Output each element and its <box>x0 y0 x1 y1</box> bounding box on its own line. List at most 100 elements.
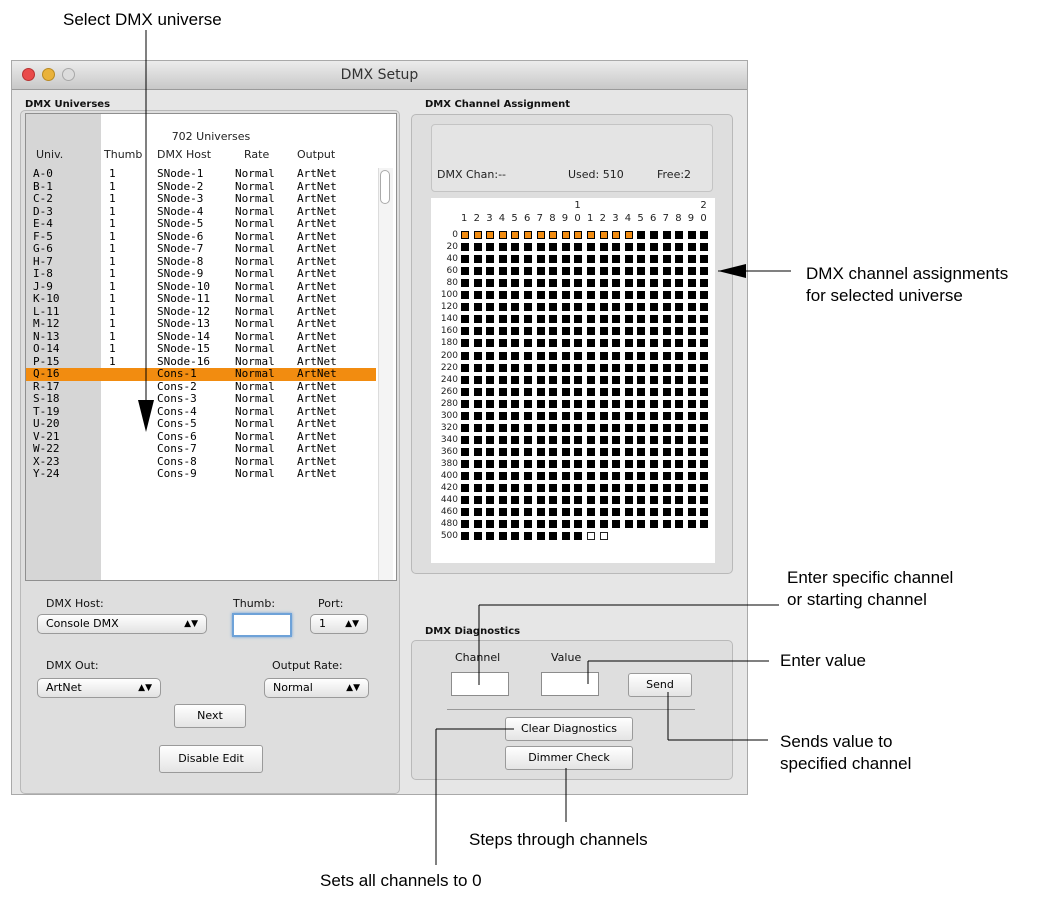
channel-cell[interactable] <box>687 459 696 468</box>
next-button[interactable]: Next <box>174 704 246 728</box>
channel-cell[interactable] <box>675 255 684 264</box>
channel-cell[interactable] <box>612 291 621 300</box>
channel-cell[interactable] <box>574 447 583 456</box>
channel-cell[interactable] <box>650 279 658 288</box>
channel-cell[interactable] <box>561 447 570 456</box>
channel-cell[interactable] <box>675 231 684 239</box>
channel-cell[interactable] <box>612 267 621 276</box>
channel-cell[interactable] <box>486 459 495 468</box>
channel-cell[interactable] <box>486 484 495 493</box>
universe-row[interactable]: Y-24 Cons-9 Normal ArtNet <box>26 467 376 481</box>
channel-cell[interactable] <box>624 508 633 517</box>
channel-cell[interactable] <box>662 327 671 336</box>
channel-cell[interactable] <box>498 291 507 300</box>
channel-cell[interactable] <box>612 423 621 432</box>
channel-cell[interactable] <box>561 532 570 541</box>
channel-cell[interactable] <box>549 472 558 480</box>
channel-cell[interactable] <box>561 399 570 408</box>
channel-cell[interactable] <box>549 399 558 408</box>
channel-cell[interactable] <box>561 423 570 432</box>
channel-cell[interactable] <box>486 267 495 276</box>
channel-cell[interactable] <box>637 243 646 252</box>
channel-cell[interactable] <box>498 279 507 288</box>
send-button[interactable]: Send <box>628 673 692 697</box>
channel-cell[interactable] <box>511 339 520 348</box>
channel-cell[interactable] <box>637 279 646 288</box>
channel-cell[interactable] <box>498 327 507 336</box>
channel-cell[interactable] <box>612 255 621 264</box>
channel-cell[interactable] <box>549 508 558 517</box>
output-rate-popup[interactable]: Normal ▲▼ <box>264 678 369 698</box>
channel-cell[interactable] <box>624 255 633 264</box>
channel-cell[interactable] <box>574 291 583 300</box>
channel-cell[interactable] <box>700 231 709 239</box>
channel-cell[interactable] <box>612 303 621 312</box>
channel-cell[interactable] <box>549 447 558 456</box>
channel-cell[interactable] <box>461 447 469 456</box>
channel-cell[interactable] <box>587 255 595 264</box>
channel-cell[interactable] <box>687 291 696 300</box>
channel-cell[interactable] <box>599 351 608 360</box>
channel-cell[interactable] <box>599 435 608 444</box>
channel-cell[interactable] <box>624 387 633 396</box>
channel-cell[interactable] <box>650 231 658 239</box>
dimmer-check-button[interactable]: Dimmer Check <box>505 746 633 770</box>
channel-cell[interactable] <box>536 472 545 480</box>
channel-cell[interactable] <box>524 339 532 348</box>
channel-cell[interactable] <box>662 339 671 348</box>
channel-cell[interactable] <box>687 399 696 408</box>
channel-cell[interactable] <box>473 303 482 312</box>
channel-cell[interactable] <box>511 327 520 336</box>
channel-cell[interactable] <box>587 520 595 529</box>
channel-cell[interactable] <box>662 279 671 288</box>
channel-cell[interactable] <box>637 387 646 396</box>
channel-cell[interactable] <box>637 363 646 372</box>
channel-cell[interactable] <box>549 315 558 324</box>
channel-cell[interactable] <box>637 423 646 432</box>
channel-cell[interactable] <box>599 484 608 493</box>
channel-cell[interactable] <box>549 327 558 336</box>
channel-cell[interactable] <box>599 279 608 288</box>
channel-cell[interactable] <box>574 435 583 444</box>
dmx-host-popup[interactable]: Console DMX ▲▼ <box>37 614 207 634</box>
channel-cell[interactable] <box>498 435 507 444</box>
channel-cell[interactable] <box>637 267 646 276</box>
channel-cell[interactable] <box>587 435 595 444</box>
channel-cell[interactable] <box>486 399 495 408</box>
channel-cell[interactable] <box>536 363 545 372</box>
channel-cell[interactable] <box>637 339 646 348</box>
channel-cell[interactable] <box>524 532 532 541</box>
channel-cell[interactable] <box>587 243 595 252</box>
channel-cell[interactable] <box>498 255 507 264</box>
channel-cell[interactable] <box>700 435 709 444</box>
channel-cell[interactable] <box>675 520 684 529</box>
channel-cell[interactable] <box>549 484 558 493</box>
channel-cell[interactable] <box>486 508 495 517</box>
channel-cell[interactable] <box>599 411 608 420</box>
channel-cell[interactable] <box>700 351 709 360</box>
channel-cell[interactable] <box>536 339 545 348</box>
channel-cell[interactable] <box>473 423 482 432</box>
channel-cell[interactable] <box>486 231 495 239</box>
title-bar[interactable]: DMX Setup <box>12 61 747 90</box>
channel-cell[interactable] <box>612 363 621 372</box>
channel-cell[interactable] <box>574 387 583 396</box>
channel-cell[interactable] <box>561 484 570 493</box>
channel-cell[interactable] <box>624 399 633 408</box>
channel-cell[interactable] <box>700 291 709 300</box>
channel-cell[interactable] <box>650 459 658 468</box>
channel-cell[interactable] <box>511 231 520 239</box>
channel-cell[interactable] <box>511 315 520 324</box>
channel-cell[interactable] <box>650 315 658 324</box>
channel-cell[interactable] <box>574 279 583 288</box>
channel-cell[interactable] <box>624 496 633 505</box>
channel-cell[interactable] <box>536 496 545 505</box>
channel-cell[interactable] <box>574 399 583 408</box>
channel-cell[interactable] <box>536 327 545 336</box>
channel-cell[interactable] <box>524 255 532 264</box>
channel-cell[interactable] <box>536 351 545 360</box>
channel-cell[interactable] <box>637 231 646 239</box>
channel-cell[interactable] <box>687 267 696 276</box>
channel-cell[interactable] <box>486 291 495 300</box>
channel-cell[interactable] <box>524 496 532 505</box>
